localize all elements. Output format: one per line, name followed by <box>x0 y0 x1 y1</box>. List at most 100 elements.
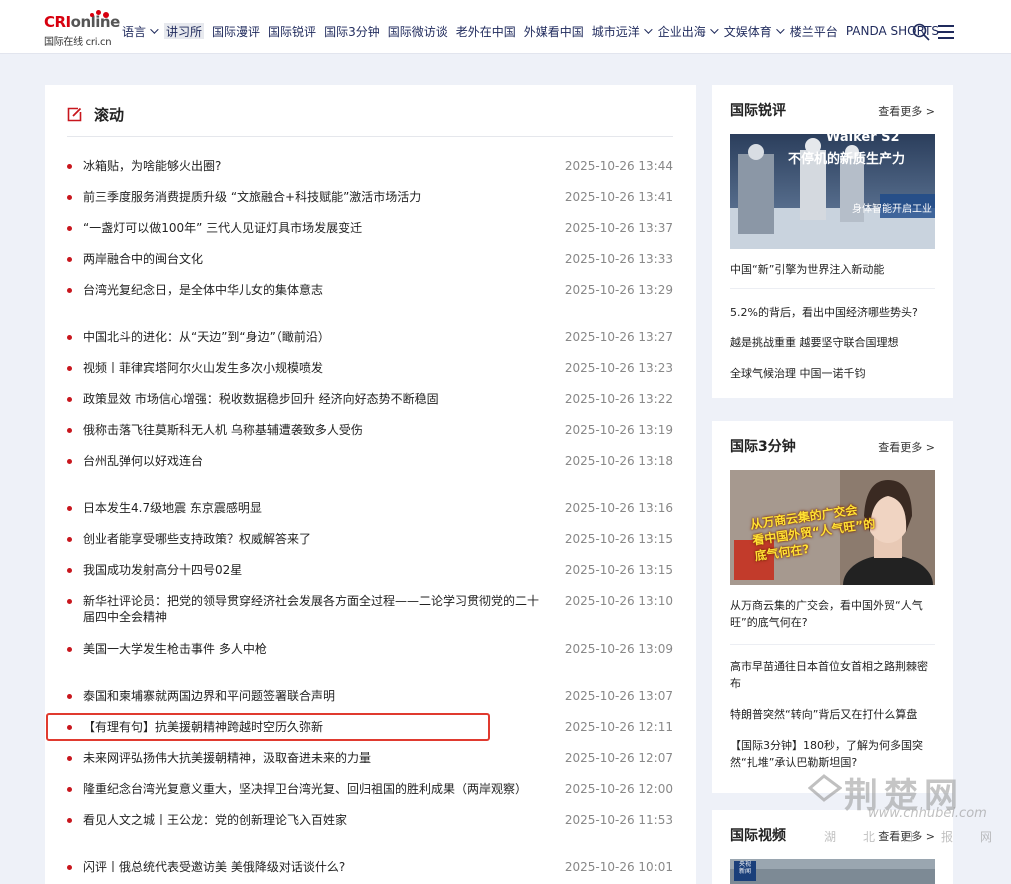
bullet-icon <box>67 288 72 293</box>
news-headline[interactable]: 新华社评论员：把党的领导贯穿经济社会发展各方面全过程——二论学习贯彻党的二十届四… <box>83 593 543 625</box>
news-headline[interactable]: 未来网评弘扬伟大抗美援朝精神，汲取奋进未来的力量 <box>83 750 543 766</box>
image-overlay-title: Walker S2 <box>826 134 900 145</box>
nav-item[interactable]: 楼兰平台 <box>790 23 838 39</box>
section-title: 国际3分钟 <box>730 439 796 455</box>
sidebar-link[interactable]: 越是挑战重重 越要坚守联合国理想 <box>730 334 935 351</box>
news-headline[interactable]: 闪评丨俄总统代表受邀访美 美俄降级对话谈什么? <box>83 859 543 875</box>
see-more-link[interactable]: 查看更多 > <box>878 439 935 455</box>
news-headline[interactable]: 我国成功发射高分十四号02星 <box>83 562 543 578</box>
sidebar-link[interactable]: 中国“新”引擎为世界注入新动能 <box>730 261 935 278</box>
robot-photo[interactable]: Walker S2 不停机的新质生产力 身体智能开启工业 <box>730 134 935 249</box>
watermark-url: www.cnhubei.com <box>868 806 987 821</box>
news-timestamp: 2025-10-26 12:11 <box>564 720 673 734</box>
news-headline[interactable]: 中国北斗的进化：从“天边”到“身边”（瞰前沿） <box>83 329 543 345</box>
chevron-down-icon <box>643 25 653 34</box>
news-timestamp: 2025-10-26 13:27 <box>564 330 673 344</box>
search-icon[interactable] <box>912 23 930 41</box>
bullet-icon <box>67 226 72 231</box>
news-timestamp: 2025-10-26 13:16 <box>564 501 673 515</box>
nav-item-label: 国际漫评 <box>212 24 261 39</box>
video-thumbnail[interactable]: 央视 新闻 <box>730 859 935 884</box>
card-header: 滚动 <box>67 103 673 137</box>
news-headline[interactable]: 前三季度服务消费提质升级 “文旅融合+科技赋能”激活市场活力 <box>83 189 543 205</box>
news-headline[interactable]: 台湾光复纪念日，是全体中华儿女的集体意志 <box>83 282 543 298</box>
menu-icon[interactable] <box>938 24 954 39</box>
news-timestamp: 2025-10-26 13:19 <box>564 423 673 437</box>
news-headline[interactable]: 台州乱弹何以好戏连台 <box>83 453 543 469</box>
news-timestamp: 2025-10-26 13:37 <box>564 221 673 235</box>
nav-item-label: 文娱体育 <box>723 24 772 39</box>
sidebar-section-3min: 国际3分钟 查看更多 > 从万商云集的广交会 看中国外贸“人气旺”的 底气何在?… <box>712 421 953 793</box>
bullet-icon <box>67 537 72 542</box>
nav-item[interactable]: 外媒看中国 <box>524 23 584 39</box>
nav-item[interactable]: 讲习所 <box>164 23 205 39</box>
news-timestamp: 2025-10-26 13:33 <box>564 252 673 266</box>
news-headline[interactable]: “一盏灯可以做100年” 三代人见证灯具市场发展变迁 <box>83 220 543 236</box>
nav-item-label: 企业出海 <box>657 24 706 39</box>
nav-item-label: 国际3分钟 <box>324 24 380 39</box>
bullet-icon <box>67 335 72 340</box>
nav-item-label: 讲习所 <box>166 24 203 39</box>
see-more-link[interactable]: 查看更多 > <box>878 103 935 119</box>
nav-item[interactable]: 语言 <box>122 23 159 39</box>
bullet-icon <box>67 506 72 511</box>
news-timestamp: 2025-10-26 11:53 <box>564 813 673 827</box>
bullet-icon <box>67 568 72 573</box>
news-headline[interactable]: 视频丨菲律宾塔阿尔火山发生多次小规模喷发 <box>83 360 543 376</box>
news-timestamp: 2025-10-26 13:23 <box>564 361 673 375</box>
nav-item[interactable]: 国际3分钟 <box>324 23 380 39</box>
divider <box>730 644 935 645</box>
news-timestamp: 2025-10-26 13:18 <box>564 454 673 468</box>
nav-item[interactable]: 国际漫评 <box>212 23 260 39</box>
news-headline[interactable]: 政策显效 市场信心增强：税收数据稳步回升 经济向好态势不断稳固 <box>83 391 543 407</box>
news-headline[interactable]: 创业者能享受哪些支持政策？权威解答来了 <box>83 531 543 547</box>
bullet-icon <box>67 818 72 823</box>
sidebar-link[interactable]: 【国际3分钟】180秒，了解为何多国突然“扎堆”承认巴勒斯坦国? <box>730 737 935 771</box>
sidebar-link[interactable]: 5.2%的背后，看出中国经济哪些势头? <box>730 304 935 321</box>
nav-item[interactable]: 企业出海 <box>657 23 719 39</box>
news-headline[interactable]: 美国一大学发生枪击事件 多人中枪 <box>83 641 543 657</box>
sidebar-section-commentary: 国际锐评 查看更多 > Walker S2 不停机的新质生产力 身体智能开启工业… <box>712 85 953 398</box>
site-logo[interactable]: CRIonline 国际在线 cri.cn <box>44 10 122 48</box>
bullet-icon <box>67 647 72 652</box>
sidebar-link[interactable]: 从万商云集的广交会，看中国外贸“人气旺”的底气何在? <box>730 597 935 631</box>
news-headline[interactable]: 泰国和柬埔寨就两国边界和平问题签署联合声明 <box>83 688 543 704</box>
news-timestamp: 2025-10-26 13:44 <box>564 159 673 173</box>
sidebar-link[interactable]: 特朗普突然“转向”背后又在打什么算盘 <box>730 706 935 723</box>
news-headline[interactable]: 看见人文之城丨王公龙：党的创新理论飞入百姓家 <box>83 812 543 828</box>
anchor-photo[interactable]: 从万商云集的广交会 看中国外贸“人气旺”的 底气何在? <box>730 470 935 585</box>
news-timestamp: 2025-10-26 12:00 <box>564 782 673 796</box>
news-headline[interactable]: 两岸融合中的闽台文化 <box>83 251 543 267</box>
main-nav: 语言 讲习所 国际漫评 国际锐评 国际3分钟 国际微访谈 老外在中国 外媒看中国 城市远洋 企业出… <box>122 23 947 39</box>
news-headline[interactable]: 隆重纪念台湾光复意义重大，坚决捍卫台湾光复、回归祖国的胜利成果（两岸观察） <box>83 781 543 797</box>
logo-subtitle: 国际在线 cri.cn <box>44 37 112 48</box>
news-headline[interactable]: 冰箱贴，为啥能够火出圈? <box>83 158 543 174</box>
news-timestamp: 2025-10-26 13:15 <box>564 532 673 546</box>
nav-item-label: 国际微访谈 <box>387 24 448 39</box>
video-source-badge: 央视 新闻 <box>738 861 751 875</box>
news-headline[interactable]: 俄称击落飞往莫斯科无人机 乌称基辅遭袭致多人受伤 <box>83 422 543 438</box>
nav-item[interactable]: 城市远洋 <box>592 23 653 39</box>
bullet-icon <box>67 257 72 262</box>
logo-dots-icon <box>88 10 110 18</box>
nav-item[interactable]: 国际锐评 <box>268 23 316 39</box>
news-headline[interactable]: 日本发生4.7级地震 东京震感明显 <box>83 500 543 516</box>
bullet-icon <box>67 865 72 870</box>
news-timestamp: 2025-10-26 13:09 <box>564 642 673 656</box>
top-nav-bar: CRIonline 国际在线 cri.cn 语言 讲习所 国际漫评 国际锐评 国际3分钟… <box>0 0 1011 54</box>
news-timestamp: 2025-10-26 12:07 <box>564 751 673 765</box>
news-timestamp: 2025-10-26 13:15 <box>564 563 673 577</box>
bullet-icon <box>67 599 72 604</box>
nav-item[interactable]: 老外在中国 <box>456 23 516 39</box>
bullet-icon <box>67 694 72 699</box>
highlight-box <box>46 713 490 741</box>
watermark-subtitle: 湖北日报网 <box>824 830 992 844</box>
nav-item[interactable]: 文娱体育 <box>723 23 785 39</box>
news-timestamp: 2025-10-26 13:10 <box>564 594 673 608</box>
sidebar-link[interactable]: 全球气候治理 中国一诺千钧 <box>730 365 935 382</box>
news-timestamp: 2025-10-26 13:22 <box>564 392 673 406</box>
bullet-icon <box>67 756 72 761</box>
news-timestamp: 2025-10-26 10:01 <box>564 860 673 874</box>
nav-item[interactable]: 国际微访谈 <box>388 23 448 39</box>
sidebar-link[interactable]: 高市早苗通往日本首位女首相之路荆棘密布 <box>730 658 935 692</box>
